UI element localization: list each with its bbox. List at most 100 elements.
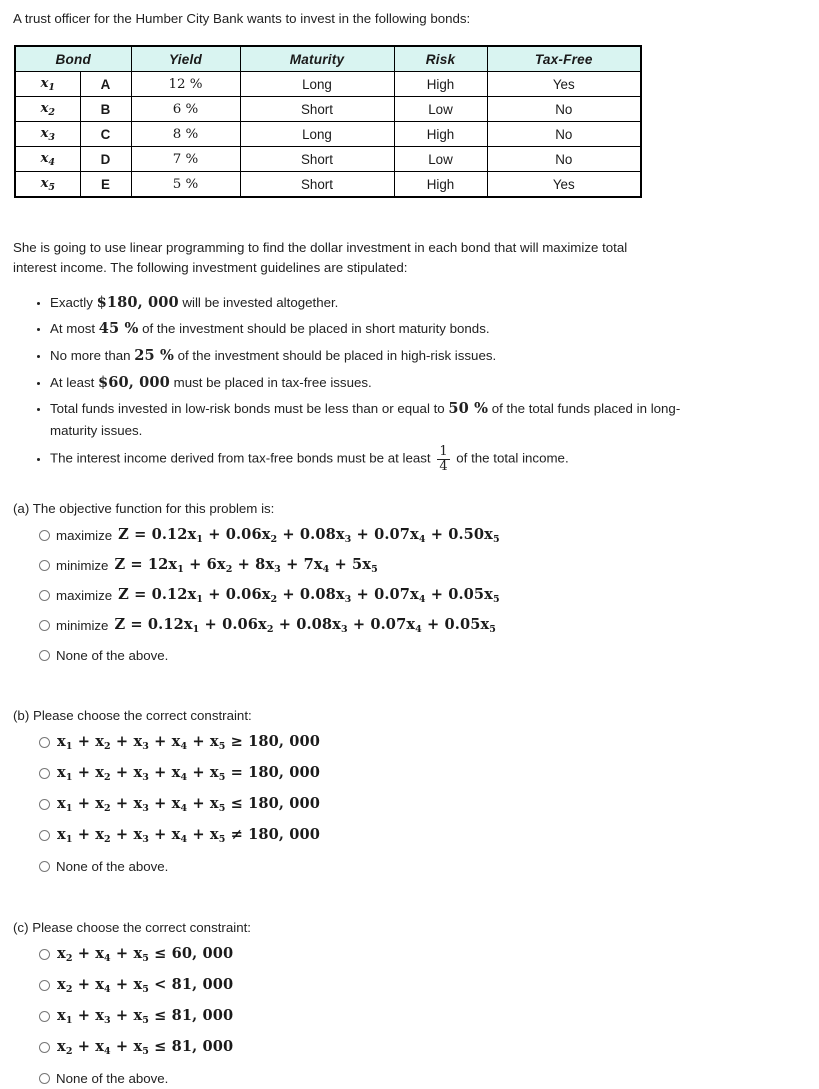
option-row[interactable]: x1 + x2 + x3 + x4 + x5 = 180, 000 [39,763,819,784]
questions-container: (a) The objective function for this prob… [13,501,819,1089]
option-math-expression: x1 + x2 + x3 + x4 + x5 ≠ 180, 000 [57,825,320,845]
radio-button-icon[interactable] [39,649,50,661]
question-block-a: (a) The objective function for this prob… [13,501,819,666]
column-header-bond: Bond [14,45,132,73]
option-row[interactable]: x2 + x4 + x5 ≤ 60, 000 [39,944,819,965]
cell-maturity: Short [239,171,395,198]
question-block-b: (b) Please choose the correct constraint… [13,708,819,877]
radio-button-icon[interactable] [39,529,50,541]
table-row: x5 E 5 % Short High Yes [14,171,642,198]
cell-risk: Low [393,146,488,173]
option-row[interactable]: maximize Z = 0.12x1 + 0.06x2 + 0.08x3 + 0… [39,585,819,606]
option-text: None of the above. [56,647,169,663]
radio-button-icon[interactable] [39,767,50,779]
radio-button-icon[interactable] [39,736,50,748]
bonds-table: Bond Yield Maturity Risk Tax-Free x1 A 12 … [14,45,642,199]
question-block-c: (c) Please choose the correct constraint… [13,920,819,1089]
option-math-expression: Z = 0.12x1 + 0.06x2 + 0.08x3 + 0.07x4 + … [118,525,500,545]
question-prompt: (a) The objective function for this prob… [13,500,275,516]
guidelines-list: Exactly $180, 000 will be invested altog… [13,292,695,474]
guideline-item: At most 45 % of the investment should be… [50,318,695,341]
option-row[interactable]: maximize Z = 0.12x1 + 0.06x2 + 0.08x3 + 0… [39,525,819,546]
guideline-item: The interest income derived from tax-fre… [50,445,695,473]
table-body: x1 A 12 % Long High Yes x2 B 6 % Short Low No x3 C 8 %… [14,71,642,198]
question-prompt: (b) Please choose the correct constraint… [13,707,252,723]
cell-bond-letter: A [79,71,132,98]
option-lead-label: minimize [56,557,109,573]
radio-button-icon[interactable] [39,1041,50,1053]
option-math-expression: Z = 12x1 + 6x2 + 8x3 + 7x4 + 5x5 [114,555,378,575]
column-header-yield: Yield [130,45,241,73]
option-math-expression: x2 + x4 + x5 ≤ 81, 000 [57,1037,234,1057]
guideline-item: At least $60, 000 must be placed in tax-… [50,372,695,395]
cell-risk: High [393,71,488,98]
table-row: x1 A 12 % Long High Yes [14,71,642,98]
column-header-maturity: Maturity [239,45,395,73]
option-row[interactable]: x1 + x2 + x3 + x4 + x5 ≥ 180, 000 [39,732,819,753]
column-header-tax-free: Tax-Free [486,45,642,73]
question-prompt: (c) Please choose the correct constraint… [13,919,251,935]
option-lead-label: maximize [56,587,113,603]
cell-taxfree: No [486,146,642,173]
cell-bond-letter: B [79,96,132,123]
table-row: x2 B 6 % Short Low No [14,96,642,123]
option-math-expression: x1 + x2 + x3 + x4 + x5 = 180, 000 [57,763,320,783]
option-lead-label: minimize [56,617,109,633]
radio-button-icon[interactable] [39,979,50,991]
cell-maturity: Long [239,121,395,148]
option-row[interactable]: x1 + x3 + x5 ≤ 81, 000 [39,1006,819,1027]
option-math-expression: x2 + x4 + x5 ≤ 60, 000 [57,944,234,964]
radio-button-icon[interactable] [39,559,50,571]
option-row[interactable]: minimize Z = 0.12x1 + 0.06x2 + 0.08x3 + 0… [39,615,819,636]
option-math-expression: Z = 0.12x1 + 0.06x2 + 0.08x3 + 0.07x4 + … [114,615,496,635]
intro-text: A trust officer for the Humber City Bank… [13,11,471,26]
cell-yield: 8 % [130,121,241,148]
cell-bond-letter: C [79,121,132,148]
radio-button-icon[interactable] [39,619,50,631]
option-row[interactable]: None of the above. [39,856,819,877]
option-text: None of the above. [56,1070,169,1086]
cell-maturity: Short [239,146,395,173]
cell-maturity: Short [239,96,395,123]
option-row[interactable]: None of the above. [39,1068,819,1089]
cell-yield: 7 % [130,146,241,173]
guideline-item: No more than 25 % of the investment shou… [50,345,695,368]
option-row[interactable]: minimize Z = 12x1 + 6x2 + 8x3 + 7x4 + 5x5 [39,555,819,576]
option-list: x2 + x4 + x5 ≤ 60, 000 x2 + x4 + x5 < 81,… [13,944,819,1089]
cell-bond-letter: E [79,171,132,198]
option-math-expression: x2 + x4 + x5 < 81, 000 [57,975,234,995]
table-row: x4 D 7 % Short Low No [14,146,642,173]
cell-variable: x2 [14,96,81,123]
option-row[interactable]: None of the above. [39,645,819,666]
guideline-item: Exactly $180, 000 will be invested altog… [50,292,695,315]
radio-button-icon[interactable] [39,798,50,810]
cell-maturity: Long [239,71,395,98]
radio-button-icon[interactable] [39,589,50,601]
cell-yield: 12 % [130,71,241,98]
worksheet-page: A trust officer for the Humber City Bank… [0,0,819,1089]
cell-taxfree: Yes [486,71,642,98]
cell-yield: 5 % [130,171,241,198]
radio-button-icon[interactable] [39,948,50,960]
column-header-risk: Risk [393,45,488,73]
option-row[interactable]: x2 + x4 + x5 ≤ 81, 000 [39,1037,819,1058]
option-math-expression: x1 + x2 + x3 + x4 + x5 ≤ 180, 000 [57,794,320,814]
cell-risk: Low [393,96,488,123]
option-text: None of the above. [56,858,169,874]
cell-variable: x3 [14,121,81,148]
cell-bond-letter: D [79,146,132,173]
radio-button-icon[interactable] [39,1072,50,1084]
option-math-expression: Z = 0.12x1 + 0.06x2 + 0.08x3 + 0.07x4 + … [118,585,500,605]
radio-button-icon[interactable] [39,829,50,841]
option-list: x1 + x2 + x3 + x4 + x5 ≥ 180, 000 x1 + x2… [13,732,819,877]
option-row[interactable]: x2 + x4 + x5 < 81, 000 [39,975,819,996]
option-math-expression: x1 + x2 + x3 + x4 + x5 ≥ 180, 000 [57,732,320,752]
cell-taxfree: Yes [486,171,642,198]
radio-button-icon[interactable] [39,860,50,872]
option-lead-label: maximize [56,527,113,543]
radio-button-icon[interactable] [39,1010,50,1022]
table-header-row: Bond Yield Maturity Risk Tax-Free [14,45,642,73]
option-row[interactable]: x1 + x2 + x3 + x4 + x5 ≠ 180, 000 [39,825,819,846]
option-row[interactable]: x1 + x2 + x3 + x4 + x5 ≤ 180, 000 [39,794,819,815]
cell-yield: 6 % [130,96,241,123]
